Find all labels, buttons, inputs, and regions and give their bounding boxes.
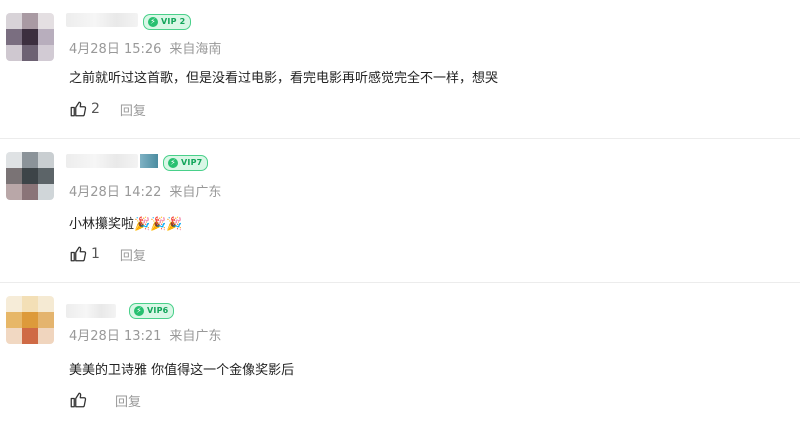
thumbs-up-icon — [70, 246, 87, 262]
vip-badge: ⚡ VIP6 — [129, 303, 175, 319]
comment-meta: 4月28日 15:26 来自海南 — [69, 38, 221, 57]
vip-badge: ⚡ VIP7 — [163, 155, 209, 171]
avatar[interactable] — [6, 152, 54, 200]
avatar-tile — [38, 45, 54, 61]
like-button[interactable]: 1 — [69, 245, 100, 263]
avatar-tile — [6, 168, 22, 184]
vip-badge: ⚡ VIP 2 — [143, 14, 192, 30]
avatar-tile — [6, 45, 22, 61]
avatar-tile — [6, 184, 22, 200]
comment-item: ⚡ VIP6 4月28日 13:21 来自广东 美美的卫诗雅 你值得这一个金像奖影… — [0, 282, 800, 424]
comment-text: 之前就听过这首歌，但是没看过电影，看完电影再听感觉完全不一样，想哭 — [69, 71, 499, 86]
avatar-tile — [22, 29, 38, 45]
avatar-tile — [22, 184, 38, 200]
comment-text: 美美的卫诗雅 你值得这一个金像奖影后 — [69, 363, 295, 378]
reply-button[interactable]: 回复 — [120, 100, 146, 119]
lightning-bolt-icon: ⚡ — [168, 158, 178, 168]
comment-date: 4月28日 15:26 — [69, 42, 162, 57]
username[interactable] — [66, 153, 158, 169]
avatar-tile — [22, 152, 38, 168]
comment-date: 4月28日 13:21 — [69, 329, 162, 344]
vip-label: VIP 2 — [161, 17, 186, 26]
avatar-tile — [6, 29, 22, 45]
vip-label: VIP7 — [181, 158, 203, 167]
avatar-tile — [38, 152, 54, 168]
avatar-tile — [22, 296, 38, 312]
username[interactable] — [66, 303, 116, 319]
comment-actions: 2 回复 — [69, 97, 146, 121]
avatar-tile — [22, 168, 38, 184]
comment-location: 来自广东 — [169, 329, 222, 344]
username-tail — [140, 154, 158, 168]
comment-meta: 4月28日 14:22 来自广东 — [69, 181, 221, 200]
comment-date: 4月28日 14:22 — [69, 185, 162, 200]
comment-actions: 1 回复 — [69, 242, 146, 266]
thumbs-up-icon — [70, 101, 87, 117]
avatar-tile — [38, 168, 54, 184]
avatar-tile — [38, 296, 54, 312]
vip-label: VIP6 — [147, 306, 169, 315]
username-text[interactable] — [66, 304, 116, 318]
avatar-tile — [6, 296, 22, 312]
avatar[interactable] — [6, 13, 54, 61]
avatar-tile — [38, 184, 54, 200]
comment-text: 小林攥奖啦🎉🎉🎉 — [69, 217, 183, 232]
like-button[interactable] — [69, 391, 91, 409]
like-count: 2 — [91, 101, 100, 117]
avatar-tile — [6, 328, 22, 344]
avatar-tile — [22, 312, 38, 328]
comment-meta: 4月28日 13:21 来自广东 — [69, 325, 221, 344]
thumbs-up-icon — [70, 392, 87, 408]
avatar-tile — [22, 13, 38, 29]
comment-item: ⚡ VIP 2 4月28日 15:26 来自海南 之前就听过这首歌，但是没看过电影… — [0, 0, 800, 142]
like-button[interactable]: 2 — [69, 100, 100, 118]
comment-actions: 回复 — [69, 388, 141, 412]
reply-button[interactable]: 回复 — [120, 245, 146, 264]
like-count: 1 — [91, 246, 100, 262]
avatar-tile — [38, 29, 54, 45]
username-text[interactable] — [66, 13, 138, 27]
avatar-tile — [22, 328, 38, 344]
avatar-tile — [6, 312, 22, 328]
avatar[interactable] — [6, 296, 54, 344]
comment-location: 来自广东 — [169, 185, 222, 200]
avatar-tile — [6, 13, 22, 29]
avatar-tile — [6, 152, 22, 168]
lightning-bolt-icon: ⚡ — [134, 306, 144, 316]
avatar-tile — [22, 45, 38, 61]
username[interactable] — [66, 12, 138, 28]
comment-item: ⚡ VIP7 4月28日 14:22 来自广东 小林攥奖啦🎉🎉🎉 1 回复 — [0, 138, 800, 281]
lightning-bolt-icon: ⚡ — [148, 17, 158, 27]
comment-location: 来自海南 — [169, 42, 222, 57]
username-text[interactable] — [66, 154, 138, 168]
avatar-tile — [38, 312, 54, 328]
avatar-tile — [38, 13, 54, 29]
reply-button[interactable]: 回复 — [115, 391, 141, 410]
avatar-tile — [38, 328, 54, 344]
